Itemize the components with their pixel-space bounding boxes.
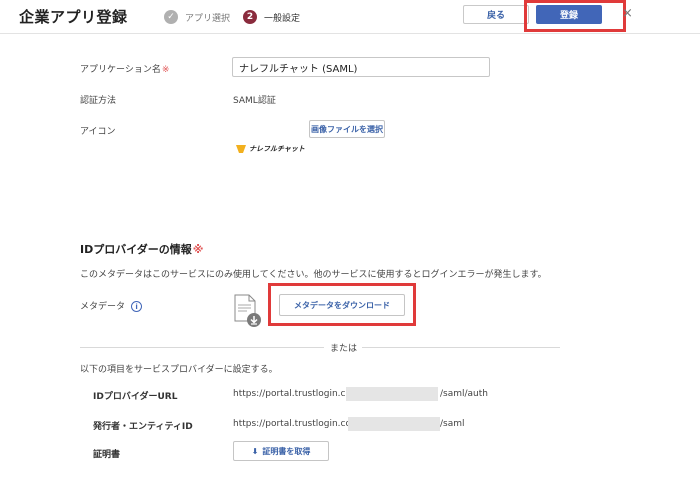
page-title: 企業アプリ登録	[19, 8, 128, 26]
logo-mark-icon	[236, 145, 246, 153]
info-icon[interactable]: i	[131, 301, 143, 312]
highlight-box-download	[268, 283, 416, 326]
divider-right	[362, 347, 560, 348]
step-app-select: ✓ アプリ選択	[164, 10, 230, 24]
document-download-icon	[234, 294, 261, 327]
redacted-block	[346, 387, 438, 401]
idp-url-label: IDプロバイダーURL	[93, 392, 178, 402]
icon-label: アイコン	[80, 127, 116, 137]
sp-instruction: 以下の項目をサービスプロバイダーに設定する。	[80, 365, 278, 375]
logo-text: ナレフルチャット	[249, 145, 305, 153]
metadata-notice: このメタデータはこのサービスにのみ使用してください。他のサービスに使用するとログ…	[80, 270, 547, 280]
check-icon: ✓	[164, 10, 178, 24]
auth-method-label: 認証方法	[80, 96, 117, 106]
header-bar: 企業アプリ登録 ✓ アプリ選択 2 一般設定 戻る 登録 ×	[0, 0, 700, 34]
app-logo: ナレフルチャット	[236, 144, 305, 154]
select-image-button[interactable]: 画像ファイルを選択	[309, 120, 385, 138]
certificate-label: 証明書	[93, 450, 121, 460]
close-icon[interactable]: ×	[622, 6, 633, 21]
app-name-input[interactable]: ナレフルチャット (SAML)	[232, 57, 490, 77]
download-icon: ⬇	[251, 446, 259, 456]
required-mark: ※	[161, 65, 170, 75]
get-certificate-label: 証明書を取得	[262, 446, 311, 456]
step-label: アプリ選択	[185, 13, 231, 24]
issuer-suffix: /saml	[440, 419, 465, 429]
auth-method-value: SAML認証	[233, 96, 276, 106]
step-number-badge: 2	[243, 10, 257, 24]
back-button[interactable]: 戻る	[463, 5, 529, 24]
required-mark: ※	[192, 243, 204, 256]
issuer-label: 発行者・エンティティID	[93, 422, 193, 432]
get-certificate-button[interactable]: ⬇ 証明書を取得	[233, 441, 329, 461]
metadata-label-row: メタデータ i	[80, 299, 143, 312]
idp-url-prefix: https://portal.trustlogin.com	[233, 389, 360, 399]
divider-left	[80, 347, 324, 348]
or-separator: または	[324, 341, 364, 354]
idp-section-title: IDプロバイダーの情報※	[80, 241, 204, 257]
idp-url-suffix: /saml/auth	[440, 389, 488, 399]
idp-section-title-text: IDプロバイダーの情報	[80, 243, 192, 256]
app-name-label: アプリケーション名※	[80, 62, 169, 75]
metadata-label: メタデータ	[80, 302, 126, 312]
step-general-settings: 2 一般設定	[243, 10, 300, 24]
app-name-label-text: アプリケーション名	[80, 65, 161, 75]
redacted-block	[348, 417, 440, 431]
step-label: 一般設定	[264, 13, 301, 24]
highlight-box-register	[524, 0, 626, 32]
issuer-prefix: https://portal.trustlogin.com/	[233, 419, 363, 429]
